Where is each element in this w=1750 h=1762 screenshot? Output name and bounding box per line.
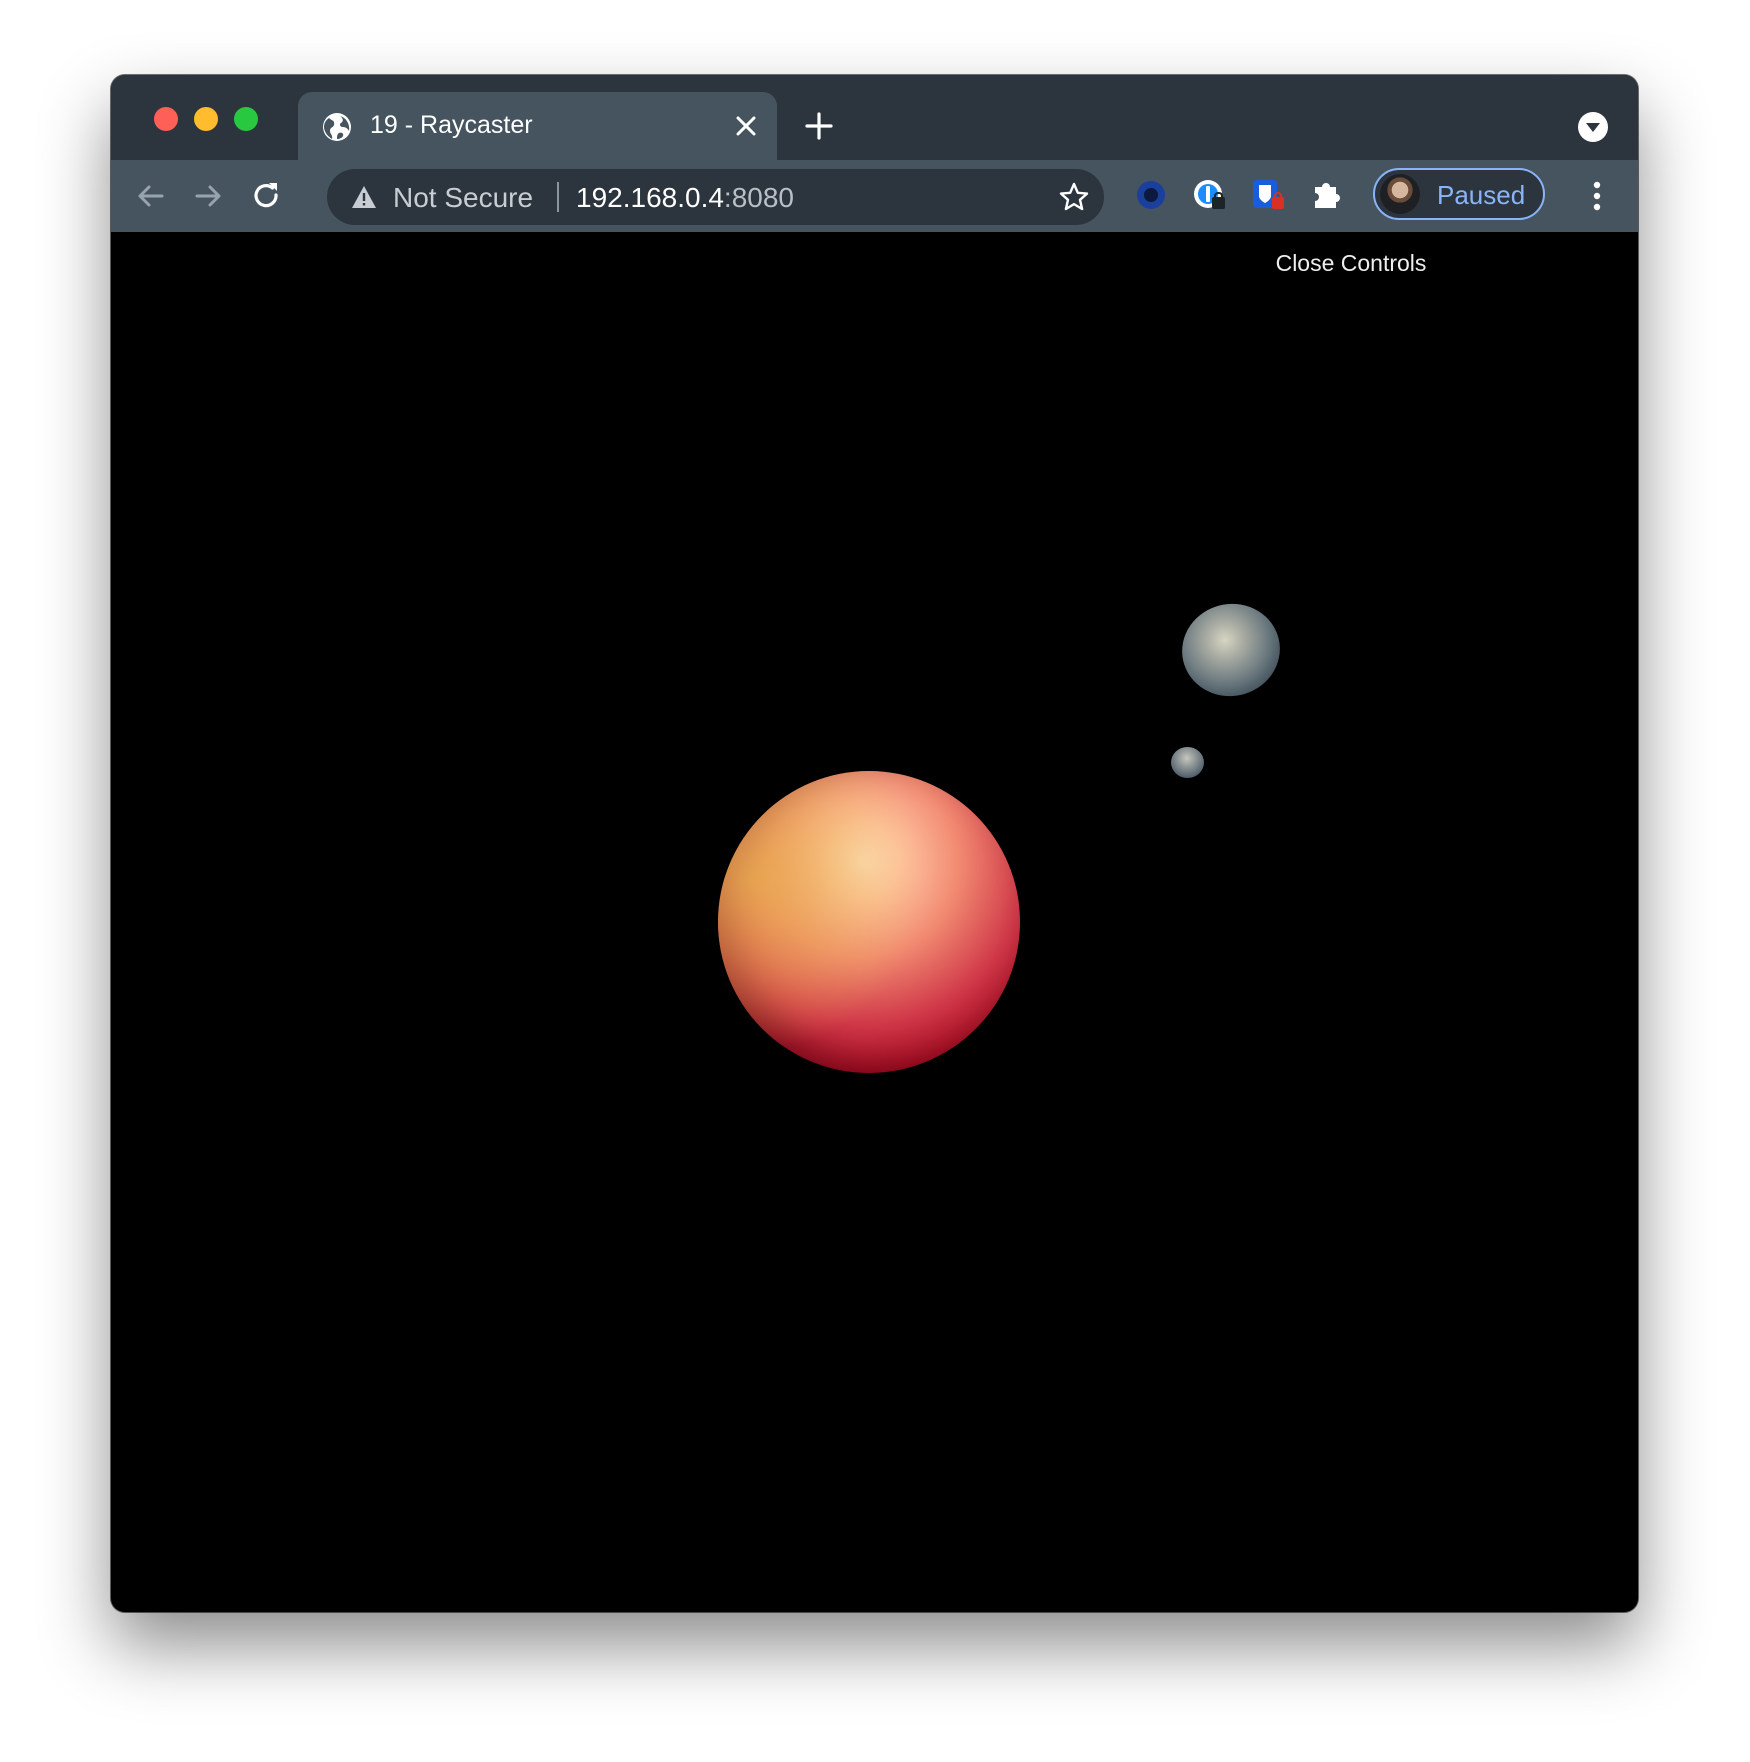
more-menu-icon[interactable] [1579, 176, 1615, 216]
bookmark-star-icon[interactable] [1058, 181, 1090, 213]
url-port: :8080 [723, 182, 794, 213]
active-tab[interactable]: 19 - Raycaster [298, 92, 777, 160]
main-sphere[interactable] [718, 771, 1020, 1073]
minimize-window-button[interactable] [194, 107, 218, 131]
chevron-down-icon [1586, 123, 1600, 132]
large-moon-sphere[interactable] [1173, 594, 1289, 706]
back-arrow-icon[interactable] [133, 178, 169, 214]
title-bar: 19 - Raycaster [111, 75, 1638, 160]
url-text[interactable]: 192.168.0.4:8080 [576, 182, 794, 214]
small-moon-sphere[interactable] [1171, 747, 1204, 778]
globe-icon [323, 113, 351, 141]
page-canvas[interactable]: Close Controls [111, 232, 1638, 1612]
forward-arrow-icon[interactable] [190, 178, 226, 214]
tab-search-button[interactable] [1578, 112, 1608, 142]
password-manager-icon[interactable] [1191, 177, 1227, 213]
security-label[interactable]: Not Secure [393, 182, 533, 214]
close-tab-icon[interactable] [733, 113, 759, 139]
profile-button[interactable]: Paused [1373, 168, 1545, 220]
bitwarden-shield-icon[interactable] [1250, 177, 1286, 213]
toolbar: Not Secure 192.168.0.4:8080 Paused [111, 160, 1638, 233]
extensions-puzzle-icon[interactable] [1309, 177, 1345, 213]
address-bar[interactable]: Not Secure 192.168.0.4:8080 [327, 169, 1104, 225]
warning-icon [352, 186, 376, 208]
browser-window: 19 - Raycaster Not Secure 192.168.0.4:80… [111, 75, 1638, 1612]
blue-ring-extension-icon[interactable] [1133, 177, 1169, 213]
tab-title: 19 - Raycaster [370, 111, 533, 139]
omnibox-divider [557, 182, 559, 212]
close-controls-button[interactable]: Close Controls [1261, 250, 1441, 277]
url-host: 192.168.0.4 [576, 182, 724, 213]
user-avatar [1380, 174, 1420, 214]
close-window-button[interactable] [154, 107, 178, 131]
new-tab-icon[interactable] [804, 111, 834, 141]
reload-icon[interactable] [248, 178, 284, 214]
maximize-window-button[interactable] [234, 107, 258, 131]
profile-status-label: Paused [1437, 180, 1526, 210]
